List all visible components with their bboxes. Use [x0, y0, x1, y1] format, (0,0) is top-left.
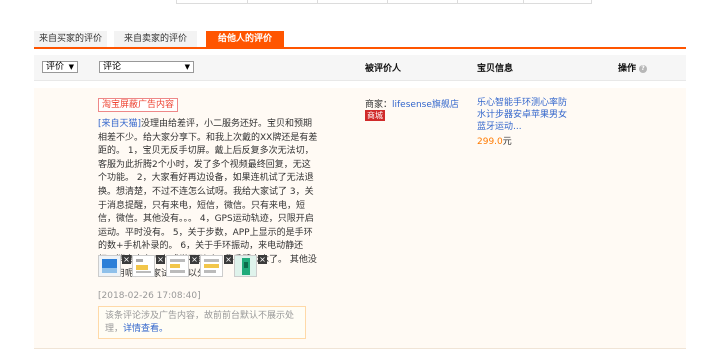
table-row: 淘宝屏蔽广告内容 [来自天猫]没理由给差评，小二服务还好。宝贝和预期相差不少。给… [34, 88, 686, 349]
close-icon[interactable]: × [190, 255, 199, 264]
rating-filter-value: 评价 [46, 62, 65, 72]
tab-from-sellers[interactable]: 来自卖家的评价 [114, 31, 197, 47]
comment-filter-select[interactable]: 评论 ▼ [99, 61, 194, 73]
photo-thumbnail[interactable] [98, 255, 121, 277]
seller-info: 商家：lifesense旗舰店 [365, 97, 459, 110]
photo-thumbnail[interactable] [200, 255, 223, 277]
column-rated-party: 被评价人 [365, 64, 402, 74]
close-icon[interactable]: × [156, 255, 165, 264]
item-title-link[interactable]: 乐心智能手环测心率防水计步器安卓苹果男女蓝牙运动... [477, 97, 573, 133]
close-icon[interactable]: × [224, 255, 233, 264]
tab-from-buyers[interactable]: 来自买家的评价 [34, 31, 107, 47]
top-pagination-stub [176, 0, 592, 4]
ad-notice: 该条评论涉及广告内容，故前前台默认不展示处理，详情查看。 [98, 306, 306, 339]
item-price: 299.0元 [477, 134, 512, 147]
seller-name-link[interactable]: lifesense旗舰店 [392, 100, 459, 110]
tmall-badge: 商城 [365, 110, 385, 121]
close-icon[interactable]: × [258, 255, 267, 264]
comment-filter-value: 评论 [103, 62, 122, 72]
review-source: [来自天猫] [98, 119, 142, 129]
table-header: 评价 ▼ 评论 ▼ 被评价人 宝贝信息 操作? [34, 55, 686, 81]
price-value: 299.0 [477, 137, 503, 147]
seller-label: 商家： [365, 100, 393, 110]
photo-thumbnail[interactable] [166, 255, 189, 277]
help-icon[interactable]: ? [639, 65, 648, 73]
tab-given-to-others[interactable]: 给他人的评价 [206, 31, 284, 47]
chevron-down-icon: ▼ [68, 63, 74, 71]
column-item-info: 宝贝信息 [477, 64, 514, 74]
photo-thumbnail[interactable] [234, 255, 257, 277]
rating-filter-select[interactable]: 评价 ▼ [42, 61, 78, 73]
details-link[interactable]: 详情查看。 [123, 324, 168, 334]
photo-thumbnail[interactable] [132, 255, 155, 277]
price-currency: 元 [502, 137, 512, 147]
review-tabs: 来自买家的评价 来自卖家的评价 给他人的评价 [34, 31, 686, 49]
close-icon[interactable]: × [122, 255, 131, 264]
column-action: 操作? [618, 61, 648, 74]
column-action-label: 操作 [618, 64, 637, 74]
ad-blocked-tag: 淘宝屏蔽广告内容 [98, 98, 179, 112]
review-date: [2018-02-26 17:08:40] [98, 291, 201, 301]
chevron-down-icon: ▼ [184, 63, 190, 71]
